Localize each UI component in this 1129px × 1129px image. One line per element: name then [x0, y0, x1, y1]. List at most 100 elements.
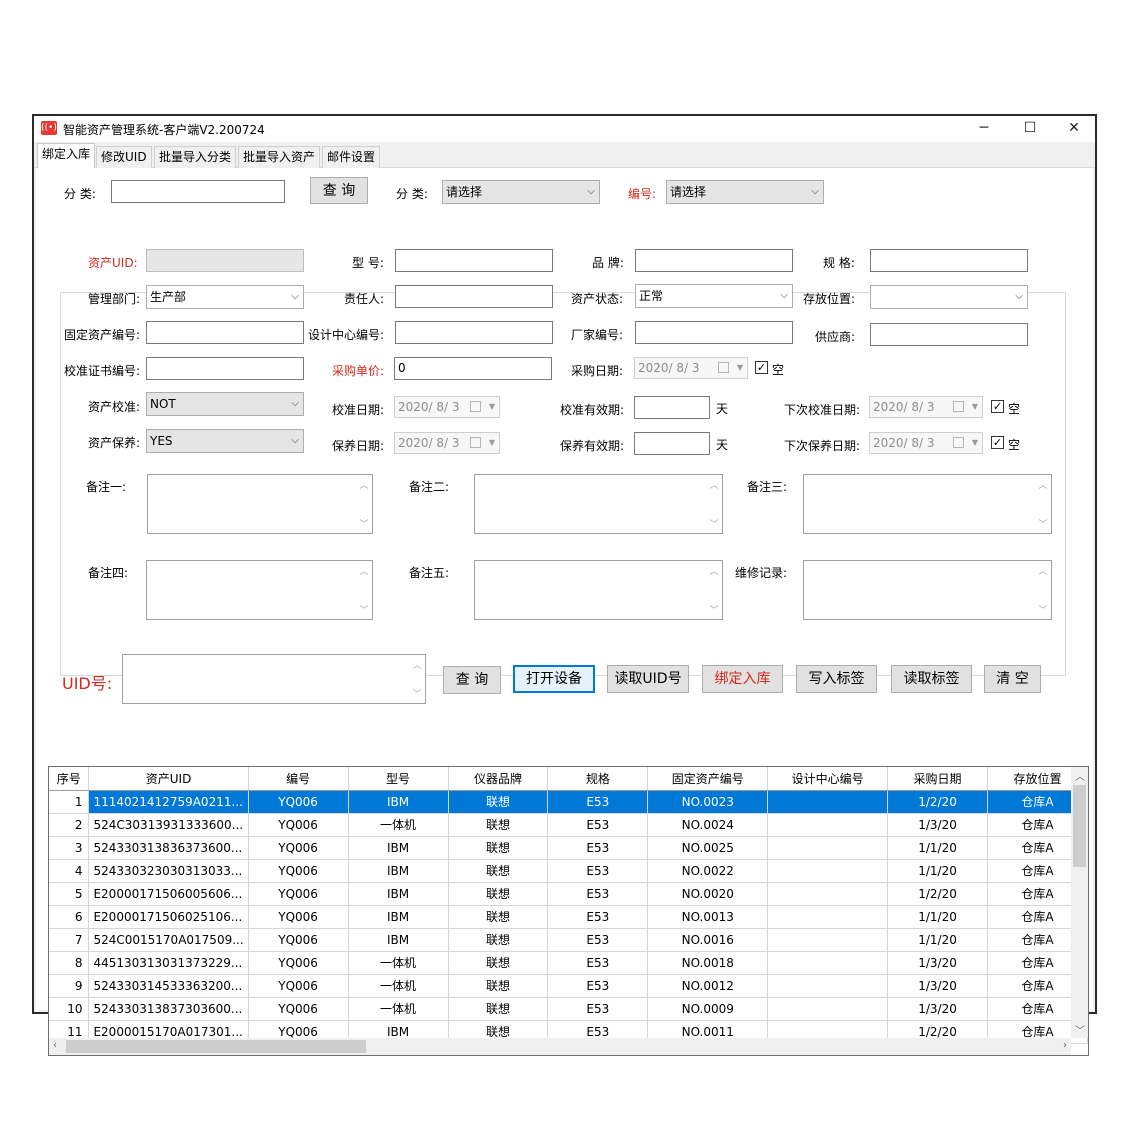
table-cell[interactable] — [767, 928, 889, 952]
note5-textarea[interactable]: ︿ ﹀ — [474, 560, 723, 620]
tab-bind-storage[interactable]: 绑定入库 — [37, 143, 96, 169]
table-cell[interactable]: NO.0018 — [647, 951, 769, 975]
note3-scrollbar[interactable]: ︿ ﹀ — [1035, 475, 1051, 533]
table-cell[interactable]: E53 — [547, 974, 649, 998]
table-cell[interactable]: E53 — [547, 905, 649, 929]
scroll-right-icon[interactable]: › — [1063, 1040, 1067, 1051]
open-device-button[interactable]: 打开设备 — [513, 665, 595, 693]
asset-table[interactable]: 序号 资产UID 编号 型号 仪器品牌 规格 固定资产编号 设计中心编号 采购日期 存放位置 11… — [48, 766, 1089, 1056]
table-row[interactable]: 4 524330323030313033... YQ006 IBM 联想 E53 NO.00… — [49, 859, 1088, 883]
table-cell[interactable]: YQ006 — [248, 928, 349, 952]
column-header[interactable]: 固定资产编号 — [647, 767, 769, 791]
table-cell[interactable]: YQ006 — [248, 836, 349, 860]
table-horizontal-scrollbar[interactable]: ‹ › — [49, 1038, 1071, 1055]
uid-query-button[interactable]: 查 询 — [443, 666, 501, 694]
next-maintenance-date-picker[interactable]: 2020/ 8/ 3 ▼ — [869, 432, 983, 454]
maintenance-date-picker[interactable]: 2020/ 8/ 3 ▼ — [394, 432, 500, 454]
category-query-button[interactable]: 查 询 — [310, 177, 368, 204]
table-cell[interactable]: IBM — [348, 790, 449, 814]
table-cell[interactable]: YQ006 — [248, 905, 349, 929]
design-center-no-input[interactable] — [395, 321, 553, 344]
table-cell[interactable]: 1/1/20 — [887, 928, 989, 952]
row-index-cell[interactable]: 3 — [49, 836, 90, 860]
price-input[interactable]: 0 — [394, 357, 552, 380]
table-cell[interactable]: YQ006 — [248, 882, 349, 906]
spec-input[interactable] — [870, 249, 1028, 272]
table-cell[interactable]: 524C30313931333600... — [88, 813, 249, 837]
table-cell[interactable]: NO.0012 — [647, 974, 769, 998]
column-header[interactable]: 设计中心编号 — [767, 767, 889, 791]
table-cell[interactable]: IBM — [348, 882, 449, 906]
table-cell[interactable]: 联想 — [448, 997, 549, 1021]
minimize-button[interactable]: ─ — [961, 116, 1007, 142]
table-cell[interactable]: 524330313837303600... — [88, 997, 249, 1021]
table-cell[interactable]: E53 — [547, 859, 649, 883]
table-cell[interactable]: YQ006 — [248, 859, 349, 883]
table-cell[interactable]: NO.0022 — [647, 859, 769, 883]
table-cell[interactable] — [767, 882, 889, 906]
row-index-cell[interactable]: 4 — [49, 859, 90, 883]
table-row[interactable]: 8 445130313031373229... YQ006 一体机 联想 E53 NO.00… — [49, 951, 1088, 975]
column-header[interactable]: 序号 — [49, 767, 90, 791]
purchase-date-picker[interactable]: 2020/ 8/ 3 ▼ — [634, 357, 748, 379]
table-cell[interactable]: NO.0016 — [647, 928, 769, 952]
next-calibration-empty-checkbox[interactable]: ✓ — [991, 400, 1004, 413]
column-header[interactable]: 资产UID — [88, 767, 249, 791]
table-row[interactable]: 3 524330313836373600... YQ006 IBM 联想 E53 NO.00… — [49, 836, 1088, 860]
scroll-down-icon[interactable]: ﹀ — [1075, 1022, 1085, 1037]
table-cell[interactable] — [767, 813, 889, 837]
note4-scrollbar[interactable]: ︿ ﹀ — [356, 561, 372, 619]
table-cell[interactable]: 445130313031373229... — [88, 951, 249, 975]
note1-textarea[interactable]: ︿ ﹀ — [147, 474, 373, 534]
table-cell[interactable]: YQ006 — [248, 813, 349, 837]
location-select[interactable]: ⌵ — [870, 285, 1028, 309]
table-cell[interactable]: 1114021412759A0211... — [88, 790, 249, 814]
table-cell[interactable]: NO.0025 — [647, 836, 769, 860]
status-select[interactable]: 正常 ⌵ — [635, 284, 793, 308]
column-header[interactable]: 型号 — [348, 767, 449, 791]
table-cell[interactable]: YQ006 — [248, 974, 349, 998]
table-cell[interactable]: YQ006 — [248, 951, 349, 975]
table-cell[interactable] — [767, 836, 889, 860]
category-input[interactable] — [111, 180, 285, 203]
table-cell[interactable]: 一体机 — [348, 974, 449, 998]
table-cell[interactable]: E53 — [547, 836, 649, 860]
calibration-date-picker[interactable]: 2020/ 8/ 3 ▼ — [394, 396, 500, 418]
table-cell[interactable]: NO.0009 — [647, 997, 769, 1021]
maximize-button[interactable]: ☐ — [1007, 116, 1053, 142]
table-cell[interactable] — [767, 905, 889, 929]
table-cell[interactable]: 一体机 — [348, 951, 449, 975]
bind-storage-button[interactable]: 绑定入库 — [702, 665, 783, 693]
supplier-input[interactable] — [870, 323, 1028, 346]
row-index-cell[interactable]: 5 — [49, 882, 90, 906]
table-cell[interactable]: 1/3/20 — [887, 813, 989, 837]
row-index-cell[interactable]: 1 — [49, 790, 90, 814]
tab-mail-settings[interactable]: 邮件设置 — [322, 146, 381, 168]
table-row[interactable]: 2 524C30313931333600... YQ006 一体机 联想 E53 NO.00… — [49, 813, 1088, 837]
table-cell[interactable]: 联想 — [448, 836, 549, 860]
calibration-valid-input[interactable] — [634, 396, 710, 419]
table-cell[interactable]: NO.0013 — [647, 905, 769, 929]
row-index-cell[interactable]: 10 — [49, 997, 90, 1021]
table-cell[interactable]: 524330313836373600... — [88, 836, 249, 860]
repair-record-scrollbar[interactable]: ︿ ﹀ — [1035, 561, 1051, 619]
table-cell[interactable]: 1/2/20 — [887, 882, 989, 906]
table-row[interactable]: 5 E20000171506005606... YQ006 IBM 联想 E53 NO.00… — [49, 882, 1088, 906]
maintenance-valid-input[interactable] — [634, 432, 710, 455]
owner-input[interactable] — [395, 285, 553, 308]
table-cell[interactable]: 联想 — [448, 859, 549, 883]
note2-textarea[interactable]: ︿ ﹀ — [474, 474, 723, 534]
table-vertical-scrollbar[interactable]: ︿ ﹀ — [1071, 767, 1088, 1038]
scroll-up-icon[interactable]: ︿ — [1075, 768, 1085, 783]
maker-no-input[interactable] — [635, 321, 793, 344]
calibration-select[interactable]: NOT ⌵ — [146, 392, 304, 416]
table-row[interactable]: 1 1114021412759A0211... YQ006 IBM 联想 E53 NO.00… — [49, 790, 1088, 814]
table-cell[interactable]: E53 — [547, 813, 649, 837]
row-index-cell[interactable]: 2 — [49, 813, 90, 837]
column-header[interactable]: 规格 — [547, 767, 649, 791]
table-row[interactable]: 6 E20000171506025106... YQ006 IBM 联想 E53 NO.00… — [49, 905, 1088, 929]
note3-textarea[interactable]: ︿ ﹀ — [803, 474, 1052, 534]
table-cell[interactable]: 联想 — [448, 928, 549, 952]
table-row[interactable]: 10 524330313837303600... YQ006 一体机 联想 E53 NO.0… — [49, 997, 1088, 1021]
table-cell[interactable]: E20000171506005606... — [88, 882, 249, 906]
